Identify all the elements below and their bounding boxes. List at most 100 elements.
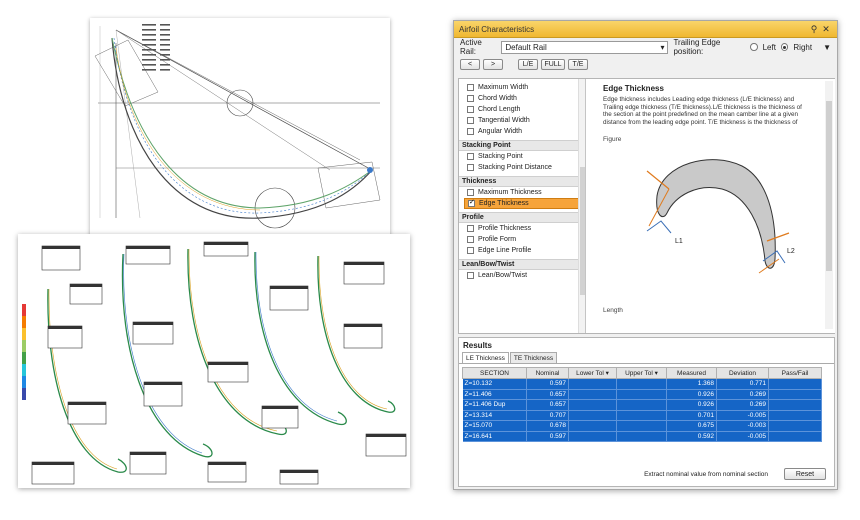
list-item-chord-width[interactable]: Chord Width [459,93,585,104]
active-rail-value: Default Rail [505,42,547,52]
col-upper-tol[interactable]: Upper Tol ▾ [616,367,667,379]
group-profile[interactable]: Profile [459,212,585,223]
tab-te-thickness[interactable]: TE Thickness [509,352,558,363]
checkbox[interactable] [467,225,474,232]
table-row[interactable]: Z=13.314 0.707 0.701 -0.005 [462,410,822,421]
close-icon[interactable]: ✕ [820,24,832,35]
checkbox[interactable] [467,84,474,91]
item-label: Maximum Thickness [478,189,542,196]
col-deviation[interactable]: Deviation [716,367,769,379]
item-label: Chord Length [478,106,521,113]
group-thickness[interactable]: Thickness [459,176,585,187]
results-footer: Extract nominal value from nominal secti… [459,468,834,480]
item-label: Edge Line Profile [478,247,532,254]
title-bar: Airfoil Characteristics ⚲ ✕ [454,21,837,38]
left-radio[interactable] [750,43,758,51]
cell-deviation: 0.269 [716,399,769,411]
list-item-tangential-width[interactable]: Tangential Width [459,115,585,126]
cell-section: Z=10.132 [462,378,527,390]
table-row[interactable]: Z=10.132 0.597 1.368 0.771 [462,378,822,390]
col-measured[interactable]: Measured [666,367,717,379]
list-item-profile-thickness[interactable]: Profile Thickness [459,223,585,234]
cell-upper-tol[interactable] [616,420,667,432]
cell-upper-tol[interactable] [616,431,667,442]
table-row[interactable]: Z=11.406 0.657 0.926 0.269 [462,389,822,400]
checkbox[interactable] [467,247,474,254]
trailing-edge-label: Trailing Edge position: [673,38,721,56]
nav-row: < > L/E FULL T/E [454,56,837,72]
list-item-angular-width[interactable]: Angular Width [459,126,585,137]
checkbox[interactable] [467,272,474,279]
col-nominal[interactable]: Nominal [526,367,569,379]
cell-lower-tol[interactable] [568,389,617,400]
table-row[interactable]: Z=16.641 0.597 0.592 -0.005 [462,431,822,442]
cell-upper-tol[interactable] [616,410,667,421]
length-label: Length [603,307,623,314]
scroll-thumb[interactable] [580,167,585,295]
cell-section: Z=11.406 [462,389,527,400]
table-row[interactable]: Z=15.070 0.678 0.675 -0.003 [462,420,822,432]
te-button[interactable]: T/E [568,58,588,70]
list-item-edge-line-profile[interactable]: Edge Line Profile [459,245,585,256]
checkbox-checked[interactable] [468,198,475,207]
cell-upper-tol[interactable] [616,378,667,390]
list-scrollbar[interactable] [578,79,585,333]
cell-upper-tol[interactable] [616,389,667,400]
list-item-chord-length[interactable]: Chord Length [459,104,585,115]
airfoil-characteristics-window: Airfoil Characteristics ⚲ ✕ Active Rail:… [453,20,838,490]
col-section[interactable]: SECTION [462,367,527,379]
cell-section: Z=11.406 Dup [462,399,527,411]
checkbox[interactable] [467,153,474,160]
item-label: Chord Width [478,95,517,102]
full-button[interactable]: FULL [541,58,565,70]
checkbox[interactable] [467,117,474,124]
dropdown-arrow-icon[interactable]: ▼ [823,43,831,52]
rail-row: Active Rail: Default Rail ▾ Trailing Edg… [454,38,837,56]
cell-lower-tol[interactable] [568,410,617,421]
cell-lower-tol[interactable] [568,378,617,390]
cell-deviation: -0.003 [716,420,769,432]
cell-lower-tol[interactable] [568,420,617,432]
pin-icon[interactable]: ⚲ [808,24,820,35]
list-item-maximum-thickness[interactable]: Maximum Thickness [459,187,585,198]
group-stacking-point[interactable]: Stacking Point [459,140,585,151]
cell-section: Z=15.070 [462,420,527,432]
checkbox[interactable] [467,95,474,102]
item-label: Angular Width [478,128,522,135]
blade-deviation-plot [22,241,407,485]
right-radio[interactable] [780,43,789,51]
cell-upper-tol[interactable] [616,399,667,411]
item-label: Stacking Point [478,153,523,160]
scroll-thumb[interactable] [826,101,832,271]
prev-button[interactable]: < [460,58,480,70]
list-item-stacking-point-distance[interactable]: Stacking Point Distance [459,162,585,173]
checkbox[interactable] [467,189,474,196]
list-item-edge-thickness[interactable]: Edge Thickness [464,198,583,209]
window-title: Airfoil Characteristics [459,24,535,34]
list-item-stacking-point[interactable]: Stacking Point [459,151,585,162]
group-lean-bow-twist[interactable]: Lean/Bow/Twist [459,259,585,270]
checkbox[interactable] [467,164,474,171]
tab-le-thickness[interactable]: LE Thickness [462,352,509,363]
table-row[interactable]: Z=11.406 Dup 0.657 0.926 0.269 [462,399,822,411]
list-item-lean-bow-twist[interactable]: Lean/Bow/Twist [459,270,585,281]
le-button[interactable]: L/E [518,58,538,70]
cell-nominal: 0.657 [526,399,569,411]
detail-scrollbar[interactable] [825,81,833,329]
l1-label: L1 [675,238,683,245]
reset-button[interactable]: Reset [784,468,826,480]
col-lower-tol[interactable]: Lower Tol ▾ [568,367,617,379]
list-item-profile-form[interactable]: Profile Form [459,234,585,245]
cad-view-bottom [18,234,410,488]
checkbox[interactable] [467,236,474,243]
checkbox[interactable] [467,128,474,135]
next-button[interactable]: > [483,58,503,70]
cell-lower-tol[interactable] [568,431,617,442]
active-rail-select[interactable]: Default Rail ▾ [501,40,669,54]
item-label: Profile Form [478,236,517,243]
checkbox[interactable] [467,106,474,113]
col-label: Lower Tol [576,370,604,377]
cell-lower-tol[interactable] [568,399,617,411]
col-pass-fail[interactable]: Pass/Fail [768,367,822,379]
list-item-maximum-width[interactable]: Maximum Width [459,82,585,93]
